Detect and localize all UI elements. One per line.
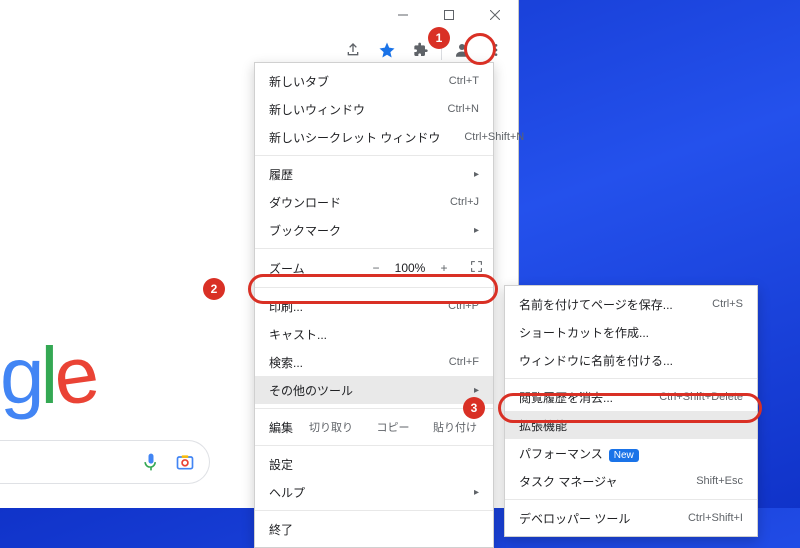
menu-zoom: ズーム − 100% + — [255, 253, 493, 283]
submenu-create-shortcut[interactable]: ショートカットを作成... — [505, 318, 757, 346]
titlebar — [0, 0, 518, 30]
search-box[interactable] — [0, 440, 210, 484]
submenu-extensions[interactable]: 拡張機能 — [505, 411, 757, 439]
submenu-save-as[interactable]: 名前を付けてページを保存... Ctrl+S — [505, 290, 757, 318]
callout-2: 2 — [203, 278, 225, 300]
menu-print[interactable]: 印刷... Ctrl+P — [255, 292, 493, 320]
window-minimize-button[interactable] — [380, 0, 426, 30]
new-badge: New — [609, 449, 639, 462]
callout-1: 1 — [428, 27, 450, 49]
menu-shortcut: Ctrl+T — [449, 75, 479, 87]
submenu-dev-tools[interactable]: デベロッパー ツール Ctrl+Shift+I — [505, 504, 757, 532]
menu-new-tab[interactable]: 新しいタブ Ctrl+T — [255, 67, 493, 95]
callout-3: 3 — [463, 397, 485, 419]
submenu-clear-browsing[interactable]: 閲覧履歴を消去... Ctrl+Shift+Delete — [505, 383, 757, 411]
image-search-icon[interactable] — [175, 452, 195, 472]
browser-menu-button[interactable] — [482, 36, 510, 64]
menu-bookmarks[interactable]: ブックマーク ▸ — [255, 216, 493, 244]
menu-find[interactable]: 検索... Ctrl+F — [255, 348, 493, 376]
profile-icon[interactable] — [448, 36, 476, 64]
edit-cut-button[interactable]: 切り取り — [307, 419, 355, 435]
menu-help[interactable]: ヘルプ ▸ — [255, 478, 493, 506]
menu-downloads[interactable]: ダウンロード Ctrl+J — [255, 188, 493, 216]
chevron-right-icon: ▸ — [474, 385, 479, 396]
chevron-right-icon: ▸ — [474, 169, 479, 180]
chevron-right-icon: ▸ — [474, 487, 479, 498]
fullscreen-icon[interactable] — [457, 260, 483, 276]
chevron-right-icon: ▸ — [474, 225, 479, 236]
submenu-performance[interactable]: パフォーマンスNew — [505, 439, 757, 467]
menu-incognito[interactable]: 新しいシークレット ウィンドウ Ctrl+Shift+N — [255, 123, 493, 151]
submenu-task-manager[interactable]: タスク マネージャ Shift+Esc — [505, 467, 757, 495]
share-icon[interactable] — [339, 36, 367, 64]
zoom-in-button[interactable]: + — [431, 261, 457, 275]
chrome-main-menu: 新しいタブ Ctrl+T 新しいウィンドウ Ctrl+N 新しいシークレット ウ… — [254, 62, 494, 548]
bookmark-star-icon[interactable] — [373, 36, 401, 64]
more-tools-submenu: 名前を付けてページを保存... Ctrl+S ショートカットを作成... ウィン… — [504, 285, 758, 537]
menu-cast[interactable]: キャスト... — [255, 320, 493, 348]
menu-settings[interactable]: 設定 — [255, 450, 493, 478]
window-restore-button[interactable] — [426, 0, 472, 30]
zoom-value: 100% — [389, 261, 431, 275]
submenu-name-window[interactable]: ウィンドウに名前を付ける... — [505, 346, 757, 374]
edit-paste-button[interactable]: 貼り付け — [431, 419, 479, 435]
menu-more-tools[interactable]: その他のツール ▸ — [255, 376, 493, 404]
zoom-out-button[interactable]: − — [363, 261, 389, 275]
menu-new-window[interactable]: 新しいウィンドウ Ctrl+N — [255, 95, 493, 123]
window-close-button[interactable] — [472, 0, 518, 30]
menu-edit-row: 編集 切り取り コピー 貼り付け — [255, 413, 493, 441]
edit-copy-button[interactable]: コピー — [369, 419, 417, 435]
voice-search-icon[interactable] — [141, 452, 161, 472]
menu-history[interactable]: 履歴 ▸ — [255, 160, 493, 188]
google-logo-fragment: gle — [0, 330, 95, 422]
menu-label: 新しいタブ — [269, 73, 425, 90]
menu-exit[interactable]: 終了 — [255, 515, 493, 543]
